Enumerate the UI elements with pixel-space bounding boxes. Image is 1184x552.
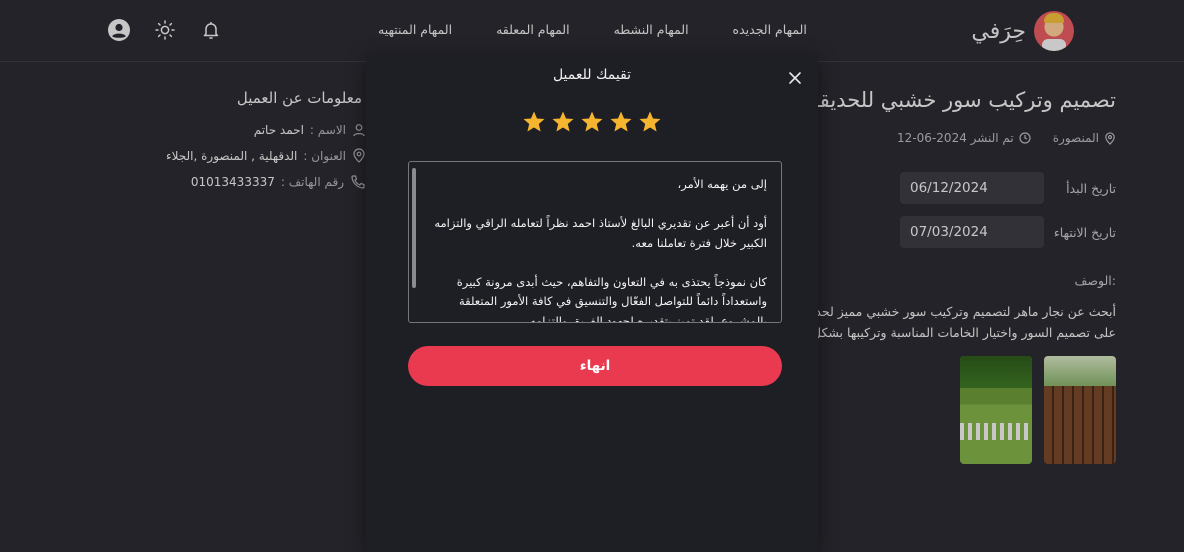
review-scrollbar[interactable]: [412, 168, 416, 288]
star-icon[interactable]: [522, 110, 546, 134]
star-icon[interactable]: [609, 110, 633, 134]
star-icon[interactable]: [551, 110, 575, 134]
review-textarea[interactable]: إلى من يهمه الأمر، أود أن أعبر عن تقديري…: [408, 161, 782, 323]
finish-button[interactable]: انهاء: [408, 346, 782, 386]
close-icon[interactable]: [786, 69, 804, 87]
review-text: إلى من يهمه الأمر، أود أن أعبر عن تقديري…: [434, 177, 767, 323]
modal-title: تقيمك للعميل: [552, 67, 632, 83]
star-icon[interactable]: [638, 110, 662, 134]
star-icon[interactable]: [580, 110, 604, 134]
star-rating: [522, 110, 662, 134]
rate-client-modal: تقيمك للعميل إلى من يهمه الأمر، أود أن أ…: [366, 55, 818, 552]
